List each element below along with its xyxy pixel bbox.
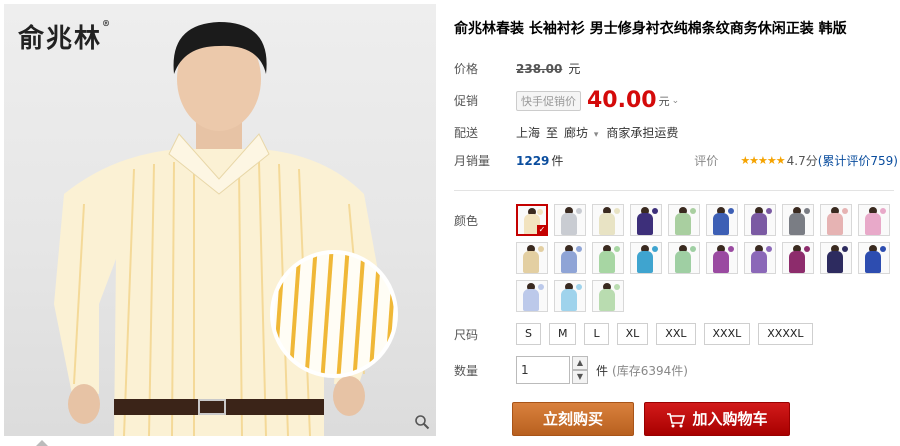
size-option[interactable]: XXL <box>656 323 696 345</box>
size-option[interactable]: XXXL <box>703 323 751 345</box>
shipping-note: 商家承担运费 <box>606 126 679 140</box>
size-options: S M L XL XXL XXXL XXXXL <box>516 323 813 345</box>
color-swatch[interactable] <box>706 204 738 236</box>
add-to-cart-button[interactable]: 加入购物车 <box>644 402 790 436</box>
color-swatch[interactable] <box>858 204 890 236</box>
color-swatch[interactable]: ✓ <box>516 204 548 236</box>
increase-button[interactable]: ▲ <box>572 356 588 370</box>
size-option[interactable]: XXXXL <box>758 323 813 345</box>
color-swatch[interactable] <box>744 242 776 274</box>
add-to-cart-label: 加入购物车 <box>692 410 768 428</box>
magnifier-icon[interactable] <box>414 414 430 430</box>
color-swatch[interactable] <box>516 242 548 274</box>
color-swatch[interactable] <box>668 204 700 236</box>
color-swatch[interactable] <box>668 242 700 274</box>
color-swatch[interactable] <box>858 242 890 274</box>
color-swatch[interactable] <box>554 280 586 312</box>
sales-label: 月销量 <box>454 154 491 168</box>
price-label: 价格 <box>454 62 479 76</box>
size-option[interactable]: XL <box>616 323 649 345</box>
quantity-stepper: ▲ ▼ <box>572 356 588 384</box>
color-swatch[interactable] <box>554 242 586 274</box>
color-swatch[interactable] <box>554 204 586 236</box>
reviews-link[interactable]: (累计评价759) <box>818 152 898 169</box>
rating-label: 评价 <box>694 154 719 168</box>
ship-to-select[interactable]: 廊坊 ▾ <box>564 124 598 141</box>
color-label: 颜色 <box>454 214 479 228</box>
original-price: 238.00 <box>516 61 563 76</box>
size-option[interactable]: L <box>584 323 609 345</box>
price-unit: 元 <box>568 62 581 76</box>
check-icon: ✓ <box>537 225 546 234</box>
promo-tag: 快手促销价 <box>516 90 581 111</box>
size-option[interactable]: M <box>548 323 577 345</box>
chevron-down-icon[interactable]: ⌄ <box>672 96 680 106</box>
size-row: 尺码 S M L XL XXL XXXL XXXXL <box>454 323 813 345</box>
color-swatch[interactable] <box>782 242 814 274</box>
brand-logo: 俞兆林® <box>18 18 113 54</box>
size-label: 尺码 <box>454 327 479 342</box>
decrease-button[interactable]: ▼ <box>572 370 588 384</box>
color-swatch[interactable] <box>820 242 852 274</box>
color-swatch[interactable] <box>706 242 738 274</box>
color-swatch[interactable] <box>782 204 814 236</box>
promo-row: 促销 快手促销价 40.00 元 ⌄ <box>454 88 679 113</box>
product-info-panel: 俞兆林春装 长袖衬衫 男士修身衬衣纯棉条纹商务休闲正装 韩版 价格 238.00… <box>450 0 900 446</box>
product-main-image[interactable]: 俞兆林® <box>4 4 436 436</box>
model-photo <box>54 22 398 436</box>
sales-unit: 件 <box>551 154 564 168</box>
promo-price: 40.00 <box>587 88 657 113</box>
quantity-unit: 件 <box>596 363 609 378</box>
color-label-row: 颜色 <box>454 212 516 229</box>
color-swatch[interactable] <box>744 204 776 236</box>
color-swatch[interactable] <box>516 280 548 312</box>
price-row: 价格 238.00 元 <box>454 60 580 77</box>
color-swatch[interactable] <box>592 204 624 236</box>
cart-icon <box>667 412 686 427</box>
product-title: 俞兆林春装 长袖衬衫 男士修身衬衣纯棉条纹商务休闲正装 韩版 <box>454 21 847 37</box>
promo-unit: 元 <box>658 94 670 108</box>
thumbnail-pointer-icon <box>36 440 48 446</box>
quantity-input[interactable] <box>516 356 570 384</box>
color-swatch[interactable] <box>630 204 662 236</box>
quantity-row: 数量 ▲ ▼ 件 (库存6394件) <box>454 356 688 384</box>
sales-row: 月销量 1229 件 评价 ★★★★★ 4.7分 (累计评价759) <box>454 152 898 169</box>
stock-count: (库存6394件) <box>612 363 688 378</box>
rating-score: 4.7分 <box>786 154 818 168</box>
shipping-row: 配送 上海 至 廊坊 ▾ 商家承担运费 <box>454 124 678 141</box>
chevron-down-icon: ▾ <box>593 130 599 140</box>
ship-to-word: 至 <box>546 126 559 140</box>
color-swatch[interactable] <box>592 242 624 274</box>
buy-now-button[interactable]: 立刻购买 <box>512 402 634 436</box>
ship-from: 上海 <box>516 126 541 140</box>
quantity-label: 数量 <box>454 363 479 378</box>
color-swatch[interactable] <box>592 280 624 312</box>
rating-stars: ★★★★★ <box>740 154 785 167</box>
size-option[interactable]: S <box>516 323 541 345</box>
shipping-label: 配送 <box>454 126 479 140</box>
sales-count: 1229 <box>516 153 550 168</box>
color-swatch[interactable] <box>630 242 662 274</box>
color-swatch[interactable] <box>820 204 852 236</box>
promo-label: 促销 <box>454 94 479 108</box>
divider <box>454 190 894 191</box>
